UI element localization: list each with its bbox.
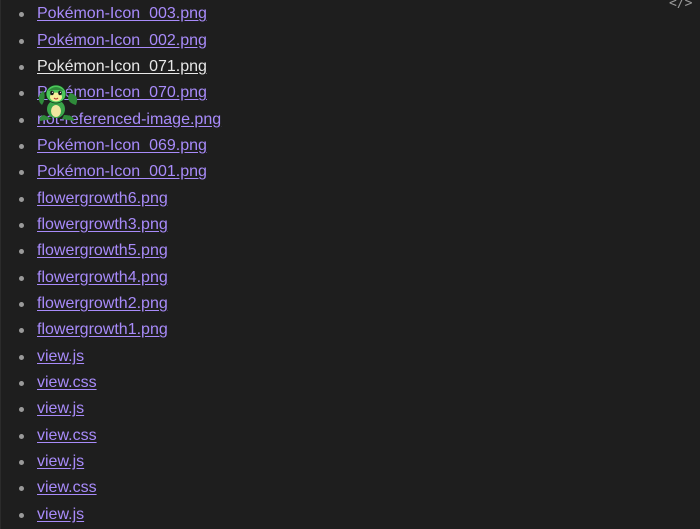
file-link[interactable]: view.css bbox=[37, 478, 97, 498]
bullet-icon bbox=[19, 301, 24, 307]
list-item: flowergrowth5.png bbox=[1, 238, 699, 264]
file-link[interactable]: Pokémon-Icon_002.png bbox=[37, 31, 207, 51]
bullet-icon bbox=[19, 407, 24, 413]
file-link[interactable]: Pokémon-Icon_003.png bbox=[37, 4, 207, 24]
bullet-icon bbox=[19, 64, 24, 70]
file-link[interactable]: flowergrowth2.png bbox=[37, 294, 168, 314]
bullet-icon bbox=[19, 38, 24, 44]
list-item: view.js bbox=[1, 343, 699, 369]
bullet-icon bbox=[19, 222, 24, 228]
file-link[interactable]: Pokémon-Icon_001.png bbox=[37, 162, 207, 182]
bullet-icon bbox=[19, 460, 24, 466]
file-link[interactable]: flowergrowth3.png bbox=[37, 215, 168, 235]
bullet-icon bbox=[19, 91, 24, 97]
list-item: flowergrowth4.png bbox=[1, 264, 699, 290]
file-link[interactable]: view.js bbox=[37, 452, 84, 472]
list-item: view.css bbox=[1, 475, 699, 501]
bullet-icon bbox=[19, 512, 24, 518]
list-item: not-referenced-image.png bbox=[1, 106, 699, 132]
list-item: view.css bbox=[1, 423, 699, 449]
list-item: Pokémon-Icon_002.png bbox=[1, 27, 699, 53]
list-item: Pokémon-Icon_003.png bbox=[1, 1, 699, 27]
file-link-hovered[interactable]: Pokémon-Icon_071.png bbox=[37, 57, 207, 77]
list-item: flowergrowth6.png bbox=[1, 185, 699, 211]
list-item: view.js bbox=[1, 502, 699, 528]
list-item: view.js bbox=[1, 449, 699, 475]
list-item: Pokémon-Icon_001.png bbox=[1, 159, 699, 185]
bullet-icon bbox=[19, 196, 24, 202]
bullet-icon bbox=[19, 433, 24, 439]
bullet-icon bbox=[19, 275, 24, 281]
file-link[interactable]: view.css bbox=[37, 373, 97, 393]
file-link[interactable]: view.js bbox=[37, 399, 84, 419]
bullet-icon bbox=[19, 170, 24, 176]
file-list-pane: </> Pokémon-Icon_003.png Pokémon-Icon_00… bbox=[0, 0, 699, 529]
bullet-icon bbox=[19, 249, 24, 255]
list-item: view.js bbox=[1, 396, 699, 422]
bullet-icon bbox=[19, 380, 24, 386]
list-item: flowergrowth2.png bbox=[1, 291, 699, 317]
list-item: view.css bbox=[1, 370, 699, 396]
file-link[interactable]: flowergrowth1.png bbox=[37, 320, 168, 340]
bullet-icon bbox=[19, 328, 24, 334]
bullet-icon bbox=[19, 12, 24, 18]
pokemon-sprite-icon bbox=[34, 81, 80, 121]
file-link[interactable]: Pokémon-Icon_069.png bbox=[37, 136, 207, 156]
bullet-icon bbox=[19, 354, 24, 360]
bullet-icon bbox=[19, 486, 24, 492]
list-item: Pokémon-Icon_070.png bbox=[1, 80, 699, 106]
file-link[interactable]: view.css bbox=[37, 426, 97, 446]
file-link[interactable]: view.js bbox=[37, 505, 84, 525]
file-link[interactable]: flowergrowth5.png bbox=[37, 241, 168, 261]
list-item: Pokémon-Icon_069.png bbox=[1, 133, 699, 159]
bullet-icon bbox=[19, 143, 24, 149]
list-item: flowergrowth3.png bbox=[1, 212, 699, 238]
list-item: flowergrowth1.png bbox=[1, 317, 699, 343]
file-link[interactable]: view.js bbox=[37, 347, 84, 367]
file-link[interactable]: flowergrowth4.png bbox=[37, 268, 168, 288]
bullet-icon bbox=[19, 117, 24, 123]
file-list: Pokémon-Icon_003.png Pokémon-Icon_002.pn… bbox=[1, 1, 699, 528]
file-link[interactable]: flowergrowth6.png bbox=[37, 189, 168, 209]
list-item: Pokémon-Icon_071.png bbox=[1, 54, 699, 80]
